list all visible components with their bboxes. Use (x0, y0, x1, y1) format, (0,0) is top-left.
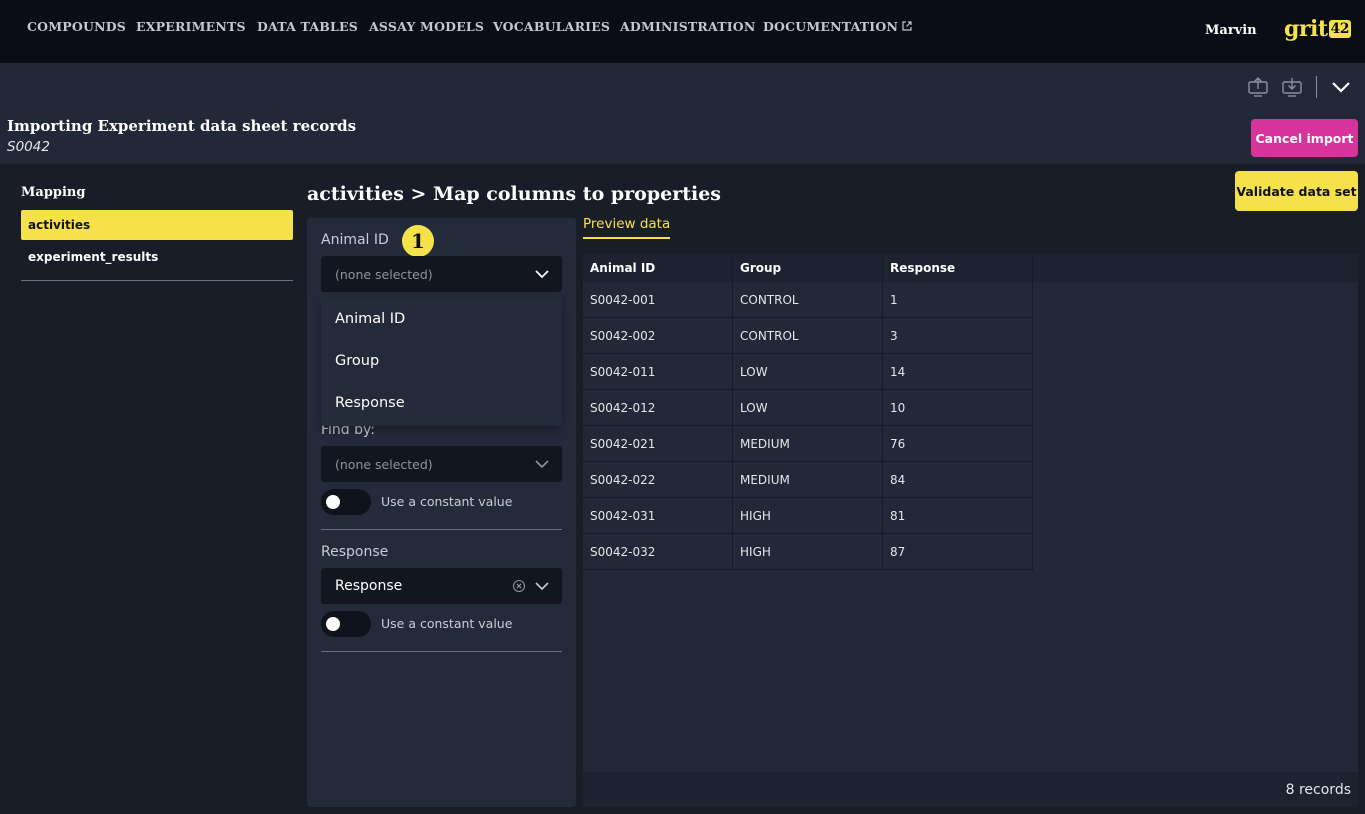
table-cell: MEDIUM (733, 462, 883, 498)
table-cell: 81 (883, 498, 1033, 534)
user-menu[interactable]: Marvin (1205, 23, 1257, 38)
top-navigation: COMPOUNDS EXPERIMENTS DATA TABLES ASSAY … (0, 0, 1365, 63)
chevron-down-icon (535, 582, 549, 591)
find-by-select-value: (none selected) (335, 456, 433, 472)
app-logo[interactable]: grit 42 (1284, 16, 1351, 42)
nav-assay-models[interactable]: ASSAY MODELS (369, 19, 484, 34)
animal-id-dropdown-menu: Animal ID Group Response (321, 298, 562, 426)
column-header-animal-id[interactable]: Animal ID (583, 254, 733, 282)
find-by-constant-toggle[interactable] (321, 489, 371, 515)
response-select-value: Response (335, 578, 403, 594)
table-cell: CONTROL (733, 318, 883, 354)
nav-compounds[interactable]: COMPOUNDS (27, 19, 126, 34)
table-cell: 84 (883, 462, 1033, 498)
dropdown-option-group[interactable]: Group (335, 353, 379, 369)
mapping-title: Mapping (21, 185, 86, 200)
section-title: activities > Map columns to properties (307, 183, 722, 205)
table-cell: 14 (883, 354, 1033, 390)
mapping-item-activities[interactable]: activities (21, 210, 293, 240)
clear-icon[interactable] (512, 579, 526, 593)
table-cell: 1 (883, 282, 1033, 318)
nav-documentation[interactable]: DOCUMENTATION (763, 19, 912, 34)
table-cell: 10 (883, 390, 1033, 426)
table-cell: S0042-002 (583, 318, 733, 354)
step-badge: 1 (402, 225, 434, 257)
animal-id-select[interactable]: (none selected) (321, 256, 562, 292)
column-header-response[interactable]: Response (883, 254, 1033, 282)
toggle-knob (326, 617, 340, 631)
table-cell: 87 (883, 534, 1033, 570)
table-cell: S0042-021 (583, 426, 733, 462)
table-cell: S0042-011 (583, 354, 733, 390)
animal-id-label: Animal ID (321, 232, 389, 248)
tab-preview-data[interactable]: Preview data (583, 216, 671, 239)
toggle-knob (326, 495, 340, 509)
table-cell: HIGH (733, 498, 883, 534)
column-header-group[interactable]: Group (733, 254, 883, 282)
table-cell: MEDIUM (733, 426, 883, 462)
table-cell: LOW (733, 354, 883, 390)
response-select[interactable]: Response (321, 568, 562, 604)
table-cell: 3 (883, 318, 1033, 354)
table-cell: S0042-001 (583, 282, 733, 318)
form-divider (321, 529, 562, 530)
chevron-down-icon (535, 270, 549, 279)
header-divider (1316, 76, 1317, 98)
chevron-down-icon[interactable] (1330, 76, 1352, 98)
record-count: 8 records (1285, 781, 1351, 798)
form-divider (321, 651, 562, 652)
table-cell: LOW (733, 390, 883, 426)
response-constant-toggle[interactable] (321, 611, 371, 637)
page-header (0, 63, 1365, 164)
cancel-import-button[interactable]: Cancel import (1251, 119, 1358, 157)
dropdown-option-animal-id[interactable]: Animal ID (335, 311, 405, 327)
logo-text: grit (1284, 16, 1328, 42)
nav-documentation-label: DOCUMENTATION (763, 19, 899, 34)
nav-vocabularies[interactable]: VOCABULARIES (493, 19, 610, 34)
nav-experiments[interactable]: EXPERIMENTS (136, 19, 246, 34)
nav-data-tables[interactable]: DATA TABLES (257, 19, 358, 34)
table-cell: S0042-022 (583, 462, 733, 498)
mapping-divider (21, 280, 293, 281)
download-icon[interactable] (1281, 76, 1303, 98)
nav-administration[interactable]: ADMINISTRATION (620, 19, 756, 34)
upload-icon[interactable] (1247, 76, 1269, 98)
table-cell: S0042-032 (583, 534, 733, 570)
table-cell: CONTROL (733, 282, 883, 318)
validate-data-set-button[interactable]: Validate data set (1235, 171, 1358, 211)
chevron-down-icon (535, 460, 549, 469)
external-link-icon (902, 21, 912, 31)
page-title: Importing Experiment data sheet records (7, 117, 357, 135)
table-cell: S0042-031 (583, 498, 733, 534)
dropdown-option-response[interactable]: Response (335, 395, 405, 411)
find-by-select[interactable]: (none selected) (321, 446, 562, 482)
table-cell: S0042-012 (583, 390, 733, 426)
find-by-constant-label: Use a constant value (381, 494, 513, 509)
table-cell: 76 (883, 426, 1033, 462)
response-constant-label: Use a constant value (381, 616, 513, 631)
response-label: Response (321, 544, 389, 560)
table-cell: HIGH (733, 534, 883, 570)
mapping-item-experiment-results[interactable]: experiment_results (21, 242, 293, 272)
animal-id-select-value: (none selected) (335, 266, 433, 282)
page-subtitle: S0042 (7, 139, 50, 155)
grid-footer (583, 772, 1358, 807)
logo-number: 42 (1328, 20, 1351, 38)
